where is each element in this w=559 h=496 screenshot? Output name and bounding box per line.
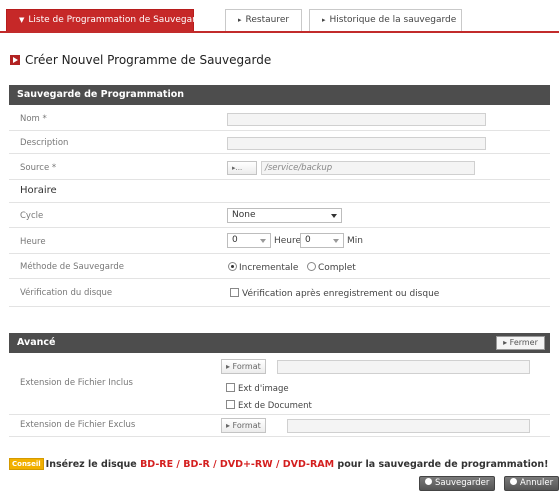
form-row-verify: Vérification du disque Vérification aprè…: [9, 279, 550, 307]
arrow-box-icon: [10, 55, 20, 65]
include-ext-input[interactable]: [277, 360, 530, 374]
tip-media: BD-RE / BD-R / DVD+-RW / DVD-RAM: [140, 459, 335, 470]
exclude-ext-label: Extension de Fichier Exclus: [20, 420, 136, 430]
tip-message: Conseil Insérez le disque BD-RE / BD-R / …: [9, 458, 549, 472]
schedule-subheader: Horaire: [9, 180, 550, 203]
tab-restore[interactable]: ▸ Restaurer: [225, 9, 302, 31]
source-path-field[interactable]: /service/backup: [261, 161, 475, 175]
checkbox-icon: [226, 383, 235, 392]
time-label: Heure: [20, 237, 46, 247]
hour-value: 0: [232, 235, 238, 245]
ext-image-checkbox[interactable]: Ext d'image: [226, 382, 289, 394]
tab-label: Historique de la sauvegarde: [329, 15, 457, 25]
chevron-down-icon: [333, 239, 339, 243]
minute-select[interactable]: 0: [300, 233, 344, 248]
cancel-label: Annuler: [520, 478, 554, 488]
name-input[interactable]: [227, 113, 486, 126]
cancel-icon: [510, 478, 517, 485]
chevron-down-icon: [331, 214, 337, 218]
cycle-value: None: [232, 210, 256, 220]
horaire-label: Horaire: [20, 185, 57, 196]
tab-backup-history[interactable]: ▸ Historique de la sauvegarde: [309, 9, 462, 31]
form-row-description: Description: [9, 131, 550, 154]
tip-prefix: Insérez le disque: [45, 459, 141, 470]
exclude-ext-input[interactable]: [287, 419, 530, 433]
hour-unit: Heure: [274, 236, 302, 246]
radio-incremental-label: Incrementale: [239, 263, 299, 273]
exclude-format-button[interactable]: ▸ Format: [221, 418, 266, 433]
form-row-exclude-ext: Extension de Fichier Exclus ▸ Format: [9, 415, 550, 437]
tab-schedule-list[interactable]: ▼ Liste de Programmation de Sauvegarde: [6, 9, 207, 31]
checkbox-icon: [226, 400, 235, 409]
verify-checkbox-label: Vérification après enregistrement ou dis…: [242, 289, 440, 299]
ext-document-checkbox[interactable]: Ext de Document: [226, 399, 312, 411]
tab-bar: ▼ Liste de Programmation de Sauvegarde ▸ R…: [0, 0, 559, 34]
tab-label: Liste de Programmation de Sauvegarde: [28, 15, 207, 25]
chevron-right-icon: ▸: [238, 16, 242, 24]
radio-complet-label: Complet: [318, 263, 356, 273]
browse-source-button[interactable]: ▸...: [227, 161, 257, 175]
description-input[interactable]: [227, 137, 486, 150]
radio-checked-icon: [228, 262, 237, 271]
form-row-cycle: Cycle None: [9, 203, 550, 228]
include-ext-label: Extension de Fichier Inclus: [20, 378, 133, 388]
radio-incremental[interactable]: Incrementale: [228, 261, 298, 273]
chevron-down-icon: [260, 239, 266, 243]
page-title: Créer Nouvel Programme de Sauvegarde: [10, 53, 271, 67]
ext-image-label: Ext d'image: [238, 384, 289, 394]
name-label: Nom *: [20, 114, 47, 124]
save-label: Sauvegarder: [435, 478, 490, 488]
method-label: Méthode de Sauvegarde: [20, 262, 124, 272]
minute-unit: Min: [347, 236, 363, 246]
ext-document-label: Ext de Document: [238, 401, 312, 411]
chevron-right-icon: ▸: [322, 16, 326, 24]
tip-suffix: pour la sauvegarde de programmation!: [334, 459, 549, 470]
hour-select[interactable]: 0: [227, 233, 271, 248]
cycle-select[interactable]: None: [227, 208, 342, 223]
radio-complet[interactable]: Complet: [307, 261, 356, 273]
close-advanced-button[interactable]: ▸ Fermer: [496, 336, 545, 350]
form-row-name: Nom *: [9, 105, 550, 131]
tab-label: Restaurer: [245, 15, 290, 25]
verify-checkbox[interactable]: Vérification après enregistrement ou dis…: [230, 287, 439, 299]
save-icon: [425, 478, 432, 485]
form-row-source: Source * ▸... /service/backup: [9, 154, 550, 180]
form-row-time: Heure 0 Heure 0 Min: [9, 228, 550, 254]
form-row-method: Méthode de Sauvegarde Incrementale Compl…: [9, 254, 550, 279]
source-label: Source *: [20, 163, 57, 173]
tip-badge: Conseil: [9, 458, 44, 470]
minute-value: 0: [305, 235, 311, 245]
radio-unchecked-icon: [307, 262, 316, 271]
page-title-text: Créer Nouvel Programme de Sauvegarde: [25, 53, 272, 67]
chevron-down-icon: ▼: [19, 16, 25, 24]
save-button[interactable]: Sauvegarder: [419, 476, 496, 491]
section-header-schedule: Sauvegarde de Programmation: [9, 85, 550, 105]
include-format-button[interactable]: ▸ Format: [221, 359, 266, 374]
cycle-label: Cycle: [20, 211, 44, 221]
cancel-button[interactable]: Annuler: [504, 476, 559, 491]
checkbox-icon: [230, 288, 239, 297]
form-row-include-ext: Extension de Fichier Inclus ▸ Format Ext…: [9, 353, 550, 415]
section-header-advanced: Avancé: [9, 333, 550, 353]
verify-label: Vérification du disque: [20, 288, 113, 298]
description-label: Description: [20, 138, 69, 148]
